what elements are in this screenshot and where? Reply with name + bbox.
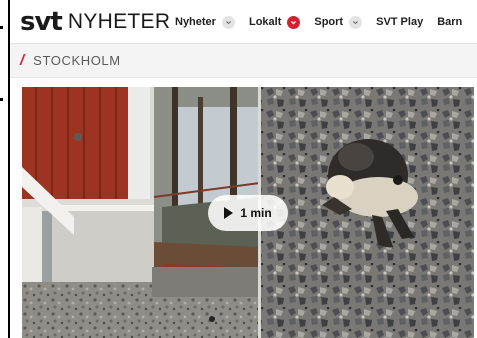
svt-nyheter-logo[interactable]: svt NYHETER	[20, 0, 170, 44]
play-icon	[224, 207, 234, 219]
nav-item-lokalt[interactable]: Lokalt	[248, 15, 301, 29]
nav-item-label: Lokalt	[248, 16, 282, 28]
chevron-down-icon[interactable]	[349, 15, 363, 29]
nav-item-barn[interactable]: Barn	[437, 16, 462, 28]
nav-item-label: SVT Play	[376, 16, 424, 28]
nav-item-sport[interactable]: Sport	[314, 15, 363, 29]
edge-marker	[0, 26, 3, 29]
chevron-down-icon[interactable]	[287, 15, 301, 29]
play-button[interactable]: 1 min	[208, 195, 288, 231]
nav-item-svt-play[interactable]: SVT Play	[376, 16, 423, 28]
section-slash: /	[20, 52, 25, 69]
nav-item-label: Barn	[437, 16, 463, 28]
logo-section: NYHETER	[67, 9, 171, 33]
video-player[interactable]: 1 min	[22, 87, 474, 338]
video-duration: 1 min	[240, 206, 272, 220]
nav-item-label: Nyheter	[175, 16, 216, 28]
section-title[interactable]: STOCKHOLM	[33, 53, 121, 68]
logo-brand: svt	[20, 6, 63, 37]
nav-item-nyheter[interactable]: Nyheter	[175, 15, 235, 29]
section-breadcrumb: / STOCKHOLM	[10, 44, 477, 78]
main-nav: Nyheter Lokalt Sport SVT Play Barn	[175, 0, 476, 44]
edge-marker	[0, 98, 3, 101]
chevron-down-icon[interactable]	[221, 15, 235, 29]
nav-item-label: Sport	[314, 16, 344, 28]
